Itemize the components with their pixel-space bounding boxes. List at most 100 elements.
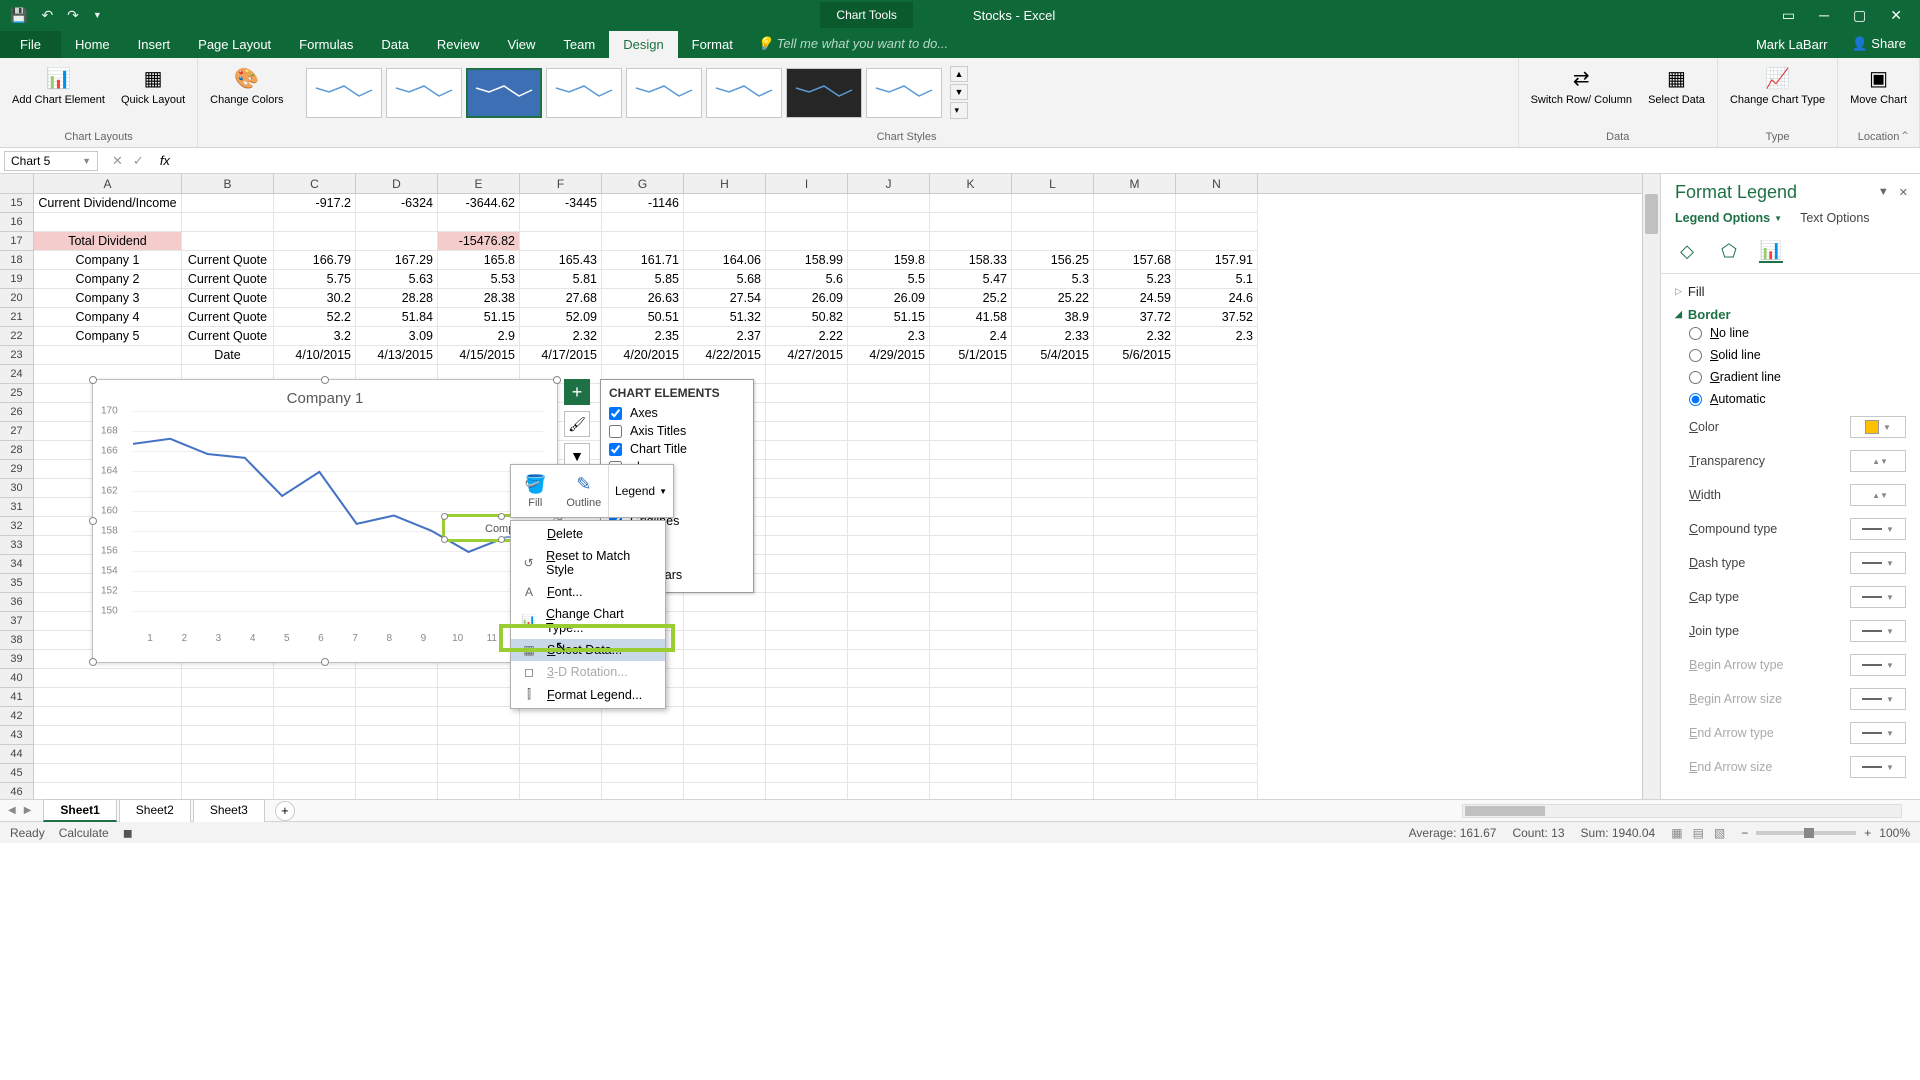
cell[interactable] — [848, 593, 930, 612]
cell[interactable] — [34, 346, 182, 365]
cell[interactable] — [1094, 688, 1176, 707]
row-header[interactable]: 41 — [0, 688, 33, 707]
chart-title[interactable]: Company 1 — [93, 380, 557, 411]
pane-close-icon[interactable]: ✕ — [1899, 186, 1908, 199]
cell[interactable]: Company 1 — [34, 251, 182, 270]
cell[interactable] — [182, 764, 274, 783]
cell[interactable]: 27.68 — [520, 289, 602, 308]
cell[interactable]: 2.32 — [520, 327, 602, 346]
cell[interactable] — [1012, 707, 1094, 726]
cell[interactable]: 27.54 — [684, 289, 766, 308]
cell[interactable]: 5.1 — [1176, 270, 1258, 289]
cell[interactable]: 5.23 — [1094, 270, 1176, 289]
prop-control[interactable]: ▲▼ — [1850, 484, 1906, 506]
cell[interactable] — [684, 707, 766, 726]
cell[interactable] — [520, 726, 602, 745]
cell[interactable] — [766, 726, 848, 745]
column-header[interactable]: B — [182, 174, 274, 193]
cell[interactable] — [1176, 441, 1258, 460]
cell[interactable] — [1012, 688, 1094, 707]
cell[interactable]: Company 2 — [34, 270, 182, 289]
cell[interactable] — [356, 764, 438, 783]
cell[interactable]: 4/27/2015 — [766, 346, 848, 365]
gallery-more-icon[interactable]: ▾ — [950, 102, 969, 119]
context-menu-item[interactable]: Delete — [511, 523, 665, 545]
cell[interactable]: Current Quote — [182, 289, 274, 308]
cell[interactable] — [1094, 232, 1176, 251]
cell[interactable]: 5.81 — [520, 270, 602, 289]
cell[interactable] — [1094, 460, 1176, 479]
cell[interactable] — [1094, 536, 1176, 555]
view-page-break-icon[interactable]: ▧ — [1714, 826, 1725, 840]
cell[interactable] — [930, 213, 1012, 232]
cell[interactable] — [930, 612, 1012, 631]
cell[interactable]: 164.06 — [684, 251, 766, 270]
cell[interactable]: 5.3 — [1012, 270, 1094, 289]
cell[interactable] — [182, 726, 274, 745]
cell[interactable]: 2.32 — [1094, 327, 1176, 346]
cell[interactable] — [848, 365, 930, 384]
cell[interactable] — [34, 726, 182, 745]
cell[interactable] — [182, 783, 274, 799]
row-header[interactable]: 20 — [0, 289, 33, 308]
cell[interactable] — [1176, 194, 1258, 213]
cell[interactable] — [274, 707, 356, 726]
cell[interactable] — [34, 745, 182, 764]
context-menu-item[interactable]: ▦Select Data... — [511, 639, 665, 661]
cell[interactable]: 51.15 — [438, 308, 520, 327]
chart-elements-button[interactable]: + — [564, 379, 590, 405]
chart-style-6[interactable] — [706, 68, 782, 118]
chart-element-item[interactable]: Axis Titles — [609, 422, 745, 440]
chart-styles-gallery[interactable]: ▲ ▼ ▾ — [302, 62, 1512, 123]
cell[interactable]: 25.2 — [930, 289, 1012, 308]
column-header[interactable]: M — [1094, 174, 1176, 193]
cell[interactable] — [602, 707, 684, 726]
cell[interactable] — [438, 669, 520, 688]
cell[interactable] — [848, 669, 930, 688]
cell[interactable]: Current Quote — [182, 270, 274, 289]
cell[interactable] — [930, 745, 1012, 764]
row-header[interactable]: 16 — [0, 213, 33, 232]
cell[interactable]: 50.51 — [602, 308, 684, 327]
cell[interactable] — [438, 688, 520, 707]
cell[interactable] — [684, 612, 766, 631]
cell[interactable] — [356, 707, 438, 726]
selection-handle[interactable] — [553, 376, 561, 384]
cell[interactable] — [930, 669, 1012, 688]
cell[interactable] — [182, 669, 274, 688]
cell[interactable] — [766, 517, 848, 536]
cell[interactable] — [848, 688, 930, 707]
cell[interactable]: 52.09 — [520, 308, 602, 327]
user-name[interactable]: Mark LaBarr — [1746, 31, 1838, 58]
cell[interactable] — [1094, 726, 1176, 745]
cell[interactable]: Company 5 — [34, 327, 182, 346]
row-header[interactable]: 43 — [0, 726, 33, 745]
cell[interactable] — [274, 232, 356, 251]
cell[interactable]: 24.6 — [1176, 289, 1258, 308]
mini-outline-button[interactable]: ✎ Outline — [560, 465, 609, 517]
row-header[interactable]: 33 — [0, 536, 33, 555]
tab-formulas[interactable]: Formulas — [285, 31, 367, 58]
column-header[interactable]: G — [602, 174, 684, 193]
checkbox[interactable] — [609, 425, 622, 438]
cell[interactable]: 5.53 — [438, 270, 520, 289]
selection-handle[interactable] — [89, 517, 97, 525]
cell[interactable] — [684, 593, 766, 612]
tab-page-layout[interactable]: Page Layout — [184, 31, 285, 58]
cell[interactable]: 26.63 — [602, 289, 684, 308]
row-header[interactable]: 27 — [0, 422, 33, 441]
cell[interactable] — [356, 213, 438, 232]
add-sheet-button[interactable]: + — [275, 801, 295, 821]
selection-handle[interactable] — [89, 376, 97, 384]
cell[interactable]: 25.22 — [1012, 289, 1094, 308]
column-header[interactable]: J — [848, 174, 930, 193]
cell[interactable] — [930, 631, 1012, 650]
chart-style-4[interactable] — [546, 68, 622, 118]
tab-home[interactable]: Home — [61, 31, 124, 58]
cell[interactable] — [1176, 384, 1258, 403]
move-chart-button[interactable]: ▣ Move Chart — [1844, 62, 1913, 108]
cell[interactable] — [766, 498, 848, 517]
prop-control[interactable]: ▼ — [1850, 416, 1906, 438]
cell[interactable] — [1094, 498, 1176, 517]
cell[interactable]: Current Quote — [182, 308, 274, 327]
